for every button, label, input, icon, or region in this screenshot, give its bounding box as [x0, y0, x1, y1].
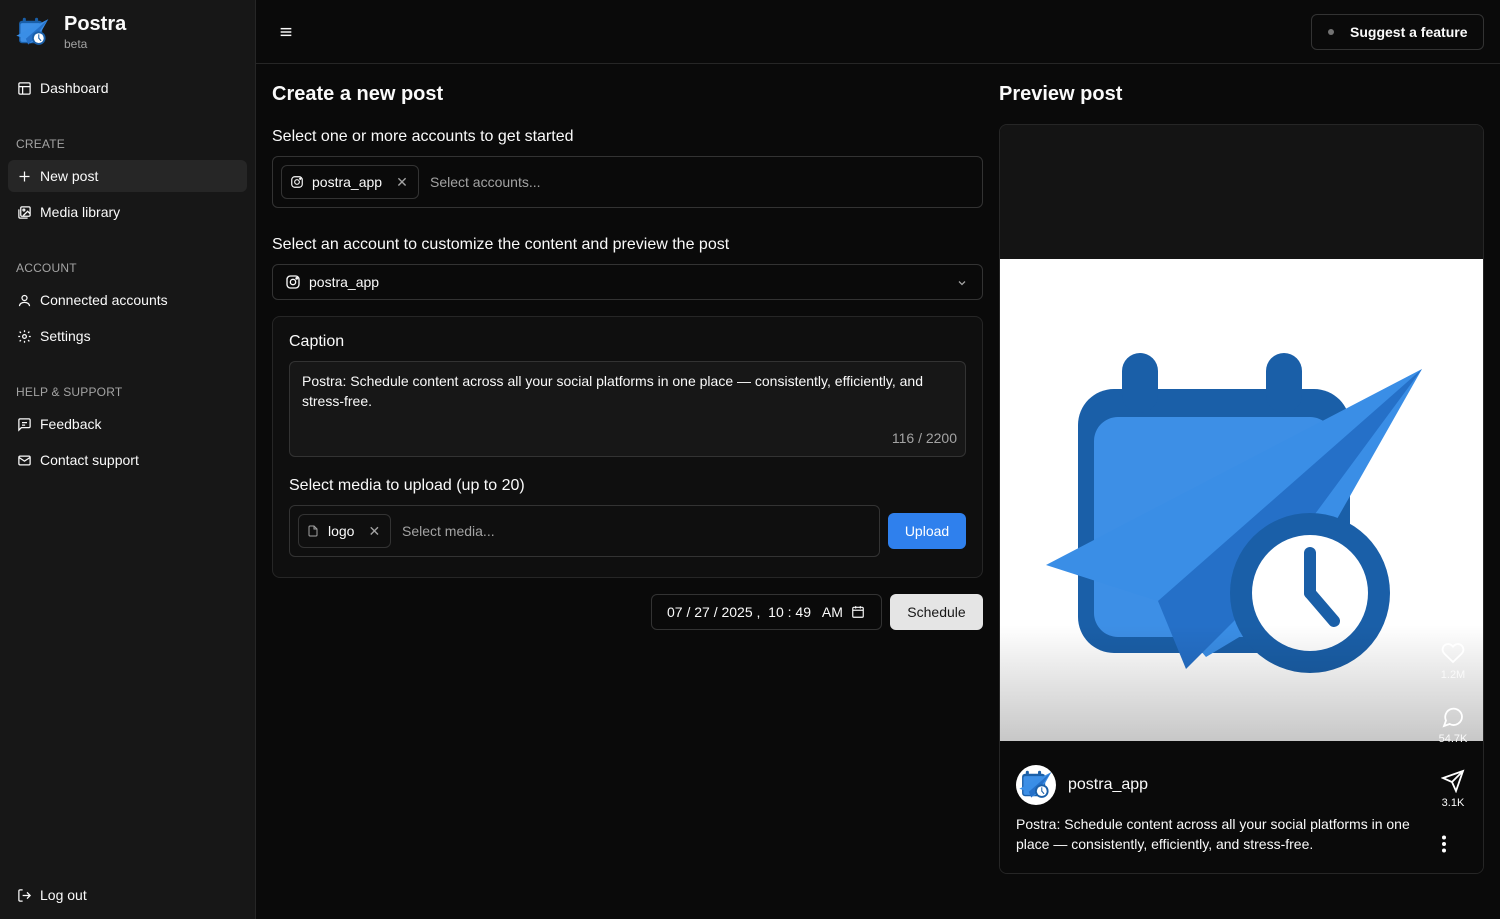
calendar-icon[interactable] — [851, 605, 865, 619]
like-action[interactable]: 1.2M — [1433, 641, 1473, 681]
media-placeholder: Select media... — [402, 523, 495, 539]
gear-icon — [16, 328, 32, 344]
sidebar-item-media-library[interactable]: Media library — [8, 196, 247, 228]
account-chip-label: postra_app — [312, 174, 383, 190]
caption-textarea[interactable]: Postra: Schedule content across all your… — [289, 361, 966, 457]
avatar[interactable] — [1016, 765, 1056, 805]
menu-icon[interactable] — [278, 24, 294, 40]
message-square-icon — [16, 416, 32, 432]
log-out-icon — [16, 887, 32, 903]
caption-counter: 116 / 2200 — [891, 430, 957, 446]
mail-icon — [16, 452, 32, 468]
user-icon — [16, 292, 32, 308]
sidebar-item-label: Settings — [40, 328, 91, 344]
accounts-label: Select one or more accounts to get start… — [272, 128, 574, 145]
preview-username[interactable]: postra_app — [1068, 776, 1148, 794]
section-account: ACCOUNT — [16, 261, 77, 275]
app-name: Postra — [64, 13, 127, 35]
sidebar-item-label: New post — [40, 168, 99, 184]
account-select-value: postra_app — [309, 274, 380, 290]
plus-icon — [16, 168, 32, 184]
section-create: CREATE — [16, 137, 65, 151]
remove-account-icon[interactable]: ✕ — [396, 174, 408, 191]
sidebar-item-contact-support[interactable]: Contact support — [8, 444, 247, 476]
brand[interactable]: Postra beta — [16, 12, 126, 51]
page-title: Create a new post — [272, 83, 444, 105]
instagram-icon — [291, 176, 303, 188]
caption-label: Caption — [289, 333, 345, 350]
sidebar-item-label: Contact support — [40, 452, 139, 468]
media-chip-label: logo — [328, 523, 355, 539]
preview-shade — [1000, 625, 1483, 741]
instagram-icon — [286, 275, 300, 289]
account-select[interactable]: postra_app — [272, 264, 983, 300]
upload-button[interactable]: Upload — [888, 513, 966, 549]
chevron-down-icon — [958, 281, 966, 286]
heart-icon — [1441, 643, 1465, 664]
section-help: HELP & SUPPORT — [16, 385, 123, 399]
sidebar-item-log-out[interactable]: Log out — [8, 879, 247, 911]
sidebar: Postra beta Dashboard CREATE New post Me… — [0, 0, 256, 919]
images-icon — [16, 204, 32, 220]
suggest-feature-label: Suggest a feature — [1350, 24, 1468, 40]
preview-caption: Postra: Schedule content across all your… — [1016, 816, 1410, 852]
preview-footer — [1000, 741, 1483, 873]
content-card: Caption Postra: Schedule content across … — [272, 316, 983, 578]
post-preview: 1.2M 54.7K 3.1K postra_app Postra: Sched… — [999, 124, 1484, 874]
sidebar-item-label: Feedback — [40, 416, 102, 432]
preview-title: Preview post — [999, 83, 1123, 105]
caption-text: Postra: Schedule content across all your… — [302, 373, 923, 409]
sidebar-item-label: Connected accounts — [40, 292, 168, 308]
layout-icon — [16, 80, 32, 96]
sidebar-item-new-post[interactable]: New post — [8, 160, 247, 192]
postra-logo-icon — [16, 15, 50, 49]
customize-label: Select an account to customize the conte… — [272, 236, 730, 253]
datetime-value: 07 / 27 / 2025 , 10 : 49 AM — [667, 604, 843, 620]
postra-logo-icon — [1019, 768, 1053, 802]
share-action[interactable]: 3.1K — [1433, 769, 1473, 809]
accounts-placeholder: Select accounts... — [430, 174, 541, 190]
schedule-datetime-input[interactable]: 07 / 27 / 2025 , 10 : 49 AM — [651, 594, 882, 630]
preview-top-band — [1000, 125, 1483, 259]
comment-action[interactable]: 54.7K — [1433, 705, 1473, 745]
accounts-multiselect[interactable]: postra_app ✕ Select accounts... — [272, 156, 983, 208]
send-icon — [1441, 769, 1465, 793]
brand-text: Postra beta — [64, 12, 126, 51]
account-chip[interactable]: postra_app ✕ — [281, 165, 419, 199]
sidebar-item-feedback[interactable]: Feedback — [8, 408, 247, 440]
media-chip[interactable]: logo ✕ — [298, 514, 392, 548]
sidebar-item-label: Log out — [40, 887, 87, 903]
comment-count: 54.7K — [1438, 733, 1468, 745]
remove-media-icon[interactable]: ✕ — [368, 523, 380, 540]
schedule-button[interactable]: Schedule — [890, 594, 983, 630]
topbar: Suggest a feature — [256, 0, 1500, 64]
beta-badge: beta — [64, 37, 88, 51]
sidebar-item-label: Dashboard — [40, 80, 109, 96]
media-multiselect[interactable]: logo ✕ Select media... — [289, 505, 880, 557]
media-label: Select media to upload (up to 20) — [289, 477, 525, 494]
more-vertical-icon[interactable] — [1441, 835, 1447, 853]
message-circle-icon — [1442, 707, 1463, 728]
sidebar-item-dashboard[interactable]: Dashboard — [8, 72, 247, 104]
suggest-feature-button[interactable]: Suggest a feature — [1311, 14, 1484, 50]
sidebar-item-connected-accounts[interactable]: Connected accounts — [8, 284, 247, 316]
status-dot — [1328, 29, 1334, 35]
sidebar-item-label: Media library — [40, 204, 121, 220]
file-icon — [308, 525, 318, 537]
sidebar-item-settings[interactable]: Settings — [8, 320, 247, 352]
share-count: 3.1K — [1441, 797, 1465, 809]
like-count: 1.2M — [1440, 669, 1466, 681]
